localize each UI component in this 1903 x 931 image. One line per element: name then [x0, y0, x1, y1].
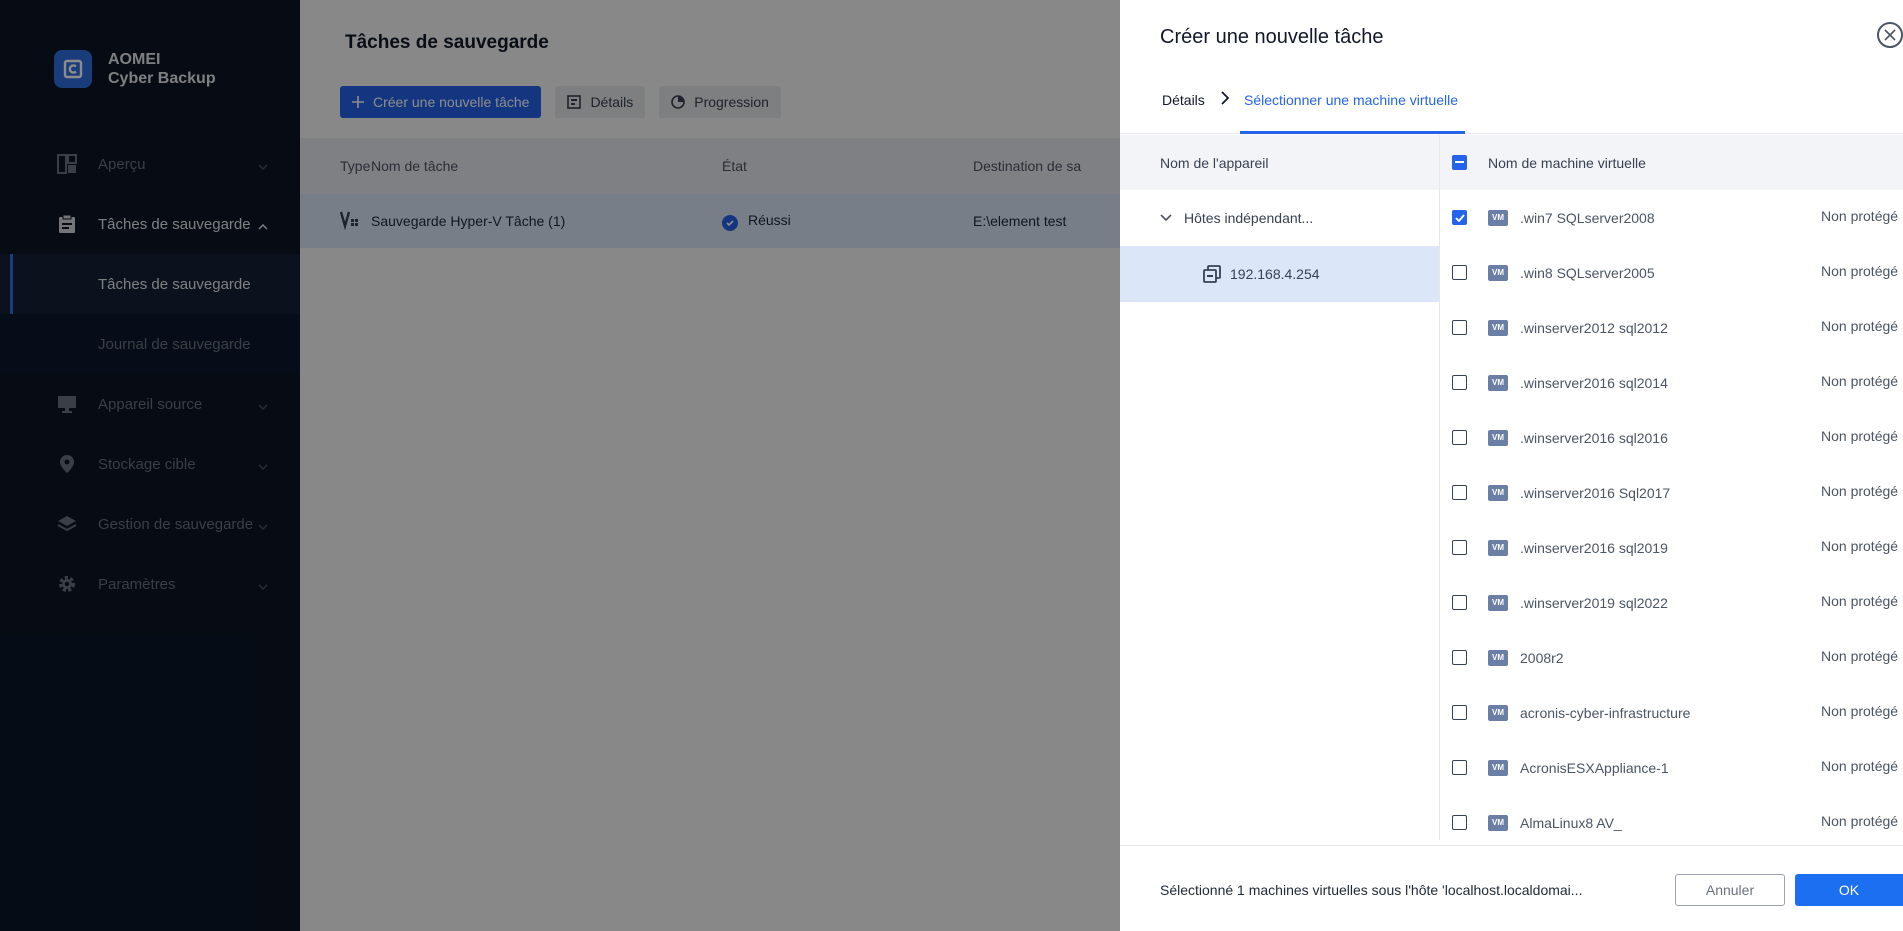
vm-name: AcronisESXAppliance-1 — [1520, 759, 1669, 776]
vm-protection-status: Non protégé — [1821, 538, 1899, 554]
vm-protection-status: Non protégé — [1821, 208, 1899, 224]
tree-leaf-host[interactable]: 192.168.4.254 — [1120, 246, 1439, 302]
vm-checkbox[interactable] — [1452, 375, 1467, 390]
vm-checkbox[interactable] — [1452, 430, 1467, 445]
vm-icon: VM — [1488, 484, 1508, 501]
vm-icon: VM — [1488, 649, 1508, 666]
vm-icon: VM — [1488, 429, 1508, 446]
close-icon[interactable] — [1877, 22, 1903, 48]
vm-icon: VM — [1488, 264, 1508, 281]
vm-checkbox[interactable] — [1452, 210, 1467, 225]
vm-checkbox[interactable] — [1452, 320, 1467, 335]
vm-checkbox[interactable] — [1452, 815, 1467, 830]
vm-protection-status: Non protégé — [1821, 648, 1899, 664]
vm-name: .winserver2016 sql2016 — [1520, 429, 1668, 446]
active-step-indicator — [1240, 131, 1465, 134]
vm-name: .winserver2019 sql2022 — [1520, 594, 1668, 611]
vm-row[interactable]: VM .win7 SQLserver2008 Non protégé — [1440, 190, 1903, 245]
vm-row[interactable]: VM .win8 SQLserver2005 Non protégé — [1440, 245, 1903, 300]
vm-name: AlmaLinux8 AV_ — [1520, 814, 1622, 831]
vm-name: .winserver2012 sql2012 — [1520, 319, 1668, 336]
vm-column-header: Nom de machine virtuelle — [1488, 154, 1646, 171]
vm-checkbox[interactable] — [1452, 265, 1467, 280]
vm-row[interactable]: VM .winserver2016 sql2016 Non protégé — [1440, 410, 1903, 465]
vm-name: .winserver2016 sql2014 — [1520, 374, 1668, 391]
vm-list-header: Nom de machine virtuelle — [1440, 135, 1903, 190]
create-task-drawer: Créer une nouvelle tâche Détails Sélecti… — [1120, 0, 1903, 931]
vm-row[interactable]: VM AcronisESXAppliance-1 Non protégé — [1440, 740, 1903, 795]
vm-name: acronis-cyber-infrastructure — [1520, 704, 1691, 721]
vm-protection-status: Non protégé — [1821, 593, 1899, 609]
vm-icon: VM — [1488, 594, 1508, 611]
vm-name: .winserver2016 sql2019 — [1520, 539, 1668, 556]
chevron-right-icon — [1220, 90, 1230, 109]
vm-protection-status: Non protégé — [1821, 483, 1899, 499]
vm-name: .winserver2016 Sql2017 — [1520, 484, 1671, 501]
vm-row[interactable]: VM 2008r2 Non protégé — [1440, 630, 1903, 685]
vm-list-pane: Nom de machine virtuelle VM .win7 SQLserv… — [1440, 135, 1903, 840]
vm-icon: VM — [1488, 374, 1508, 391]
device-column-header: Nom de l'appareil — [1120, 135, 1439, 190]
step-details[interactable]: Détails — [1162, 92, 1205, 108]
vm-protection-status: Non protégé — [1821, 428, 1899, 444]
vm-checkbox[interactable] — [1452, 540, 1467, 555]
vm-row[interactable]: VM .winserver2016 sql2014 Non protégé — [1440, 355, 1903, 410]
vm-icon: VM — [1488, 319, 1508, 336]
vm-row[interactable]: VM .winserver2012 sql2012 Non protégé — [1440, 300, 1903, 355]
drawer-title: Créer une nouvelle tâche — [1160, 26, 1384, 48]
select-all-checkbox[interactable] — [1452, 155, 1467, 170]
vm-checkbox[interactable] — [1452, 705, 1467, 720]
step-select-vm[interactable]: Sélectionner une machine virtuelle — [1244, 92, 1458, 108]
tree-leaf-label: 192.168.4.254 — [1230, 266, 1320, 282]
drawer-footer: Sélectionné 1 machines virtuelles sous l… — [1120, 845, 1903, 931]
vm-name: .win7 SQLserver2008 — [1520, 209, 1655, 226]
selection-summary: Sélectionné 1 machines virtuelles sous l… — [1160, 882, 1583, 898]
vm-name: 2008r2 — [1520, 649, 1564, 666]
vm-row[interactable]: VM .winserver2016 sql2019 Non protégé — [1440, 520, 1903, 575]
vm-checkbox[interactable] — [1452, 650, 1467, 665]
device-tree-pane: Nom de l'appareil Hôtes indépendant... 1… — [1120, 135, 1440, 840]
vm-icon: VM — [1488, 539, 1508, 556]
chevron-down-icon[interactable] — [1160, 214, 1172, 222]
vm-protection-status: Non protégé — [1821, 263, 1899, 279]
vm-row[interactable]: VM .winserver2016 Sql2017 Non protégé — [1440, 465, 1903, 520]
wizard-steps: Détails Sélectionner une machine virtuel… — [1120, 84, 1903, 134]
vm-row[interactable]: VM AlmaLinux8 AV_ Non protégé — [1440, 795, 1903, 840]
vm-icon: VM — [1488, 209, 1508, 226]
modal-overlay[interactable] — [0, 0, 1120, 931]
vm-icon: VM — [1488, 759, 1508, 776]
tree-node-label: Hôtes indépendant... — [1184, 210, 1314, 226]
vm-icon: VM — [1488, 704, 1508, 721]
vm-protection-status: Non protégé — [1821, 813, 1899, 829]
ok-button[interactable]: OK — [1795, 874, 1903, 906]
vm-row[interactable]: VM .winserver2019 sql2022 Non protégé — [1440, 575, 1903, 630]
vm-protection-status: Non protégé — [1821, 373, 1899, 389]
vm-name: .win8 SQLserver2005 — [1520, 264, 1655, 281]
vm-row[interactable]: VM acronis-cyber-infrastructure Non protég… — [1440, 685, 1903, 740]
vm-protection-status: Non protégé — [1821, 703, 1899, 719]
vm-checkbox[interactable] — [1452, 485, 1467, 500]
vm-list: VM .win7 SQLserver2008 Non protégé VM .win8 … — [1440, 190, 1903, 840]
cancel-button[interactable]: Annuler — [1675, 874, 1785, 906]
vm-icon: VM — [1488, 814, 1508, 831]
host-icon — [1202, 264, 1222, 284]
vm-checkbox[interactable] — [1452, 595, 1467, 610]
vm-checkbox[interactable] — [1452, 760, 1467, 775]
tree-node-hosts[interactable]: Hôtes indépendant... — [1120, 190, 1439, 246]
vm-protection-status: Non protégé — [1821, 758, 1899, 774]
vm-protection-status: Non protégé — [1821, 318, 1899, 334]
